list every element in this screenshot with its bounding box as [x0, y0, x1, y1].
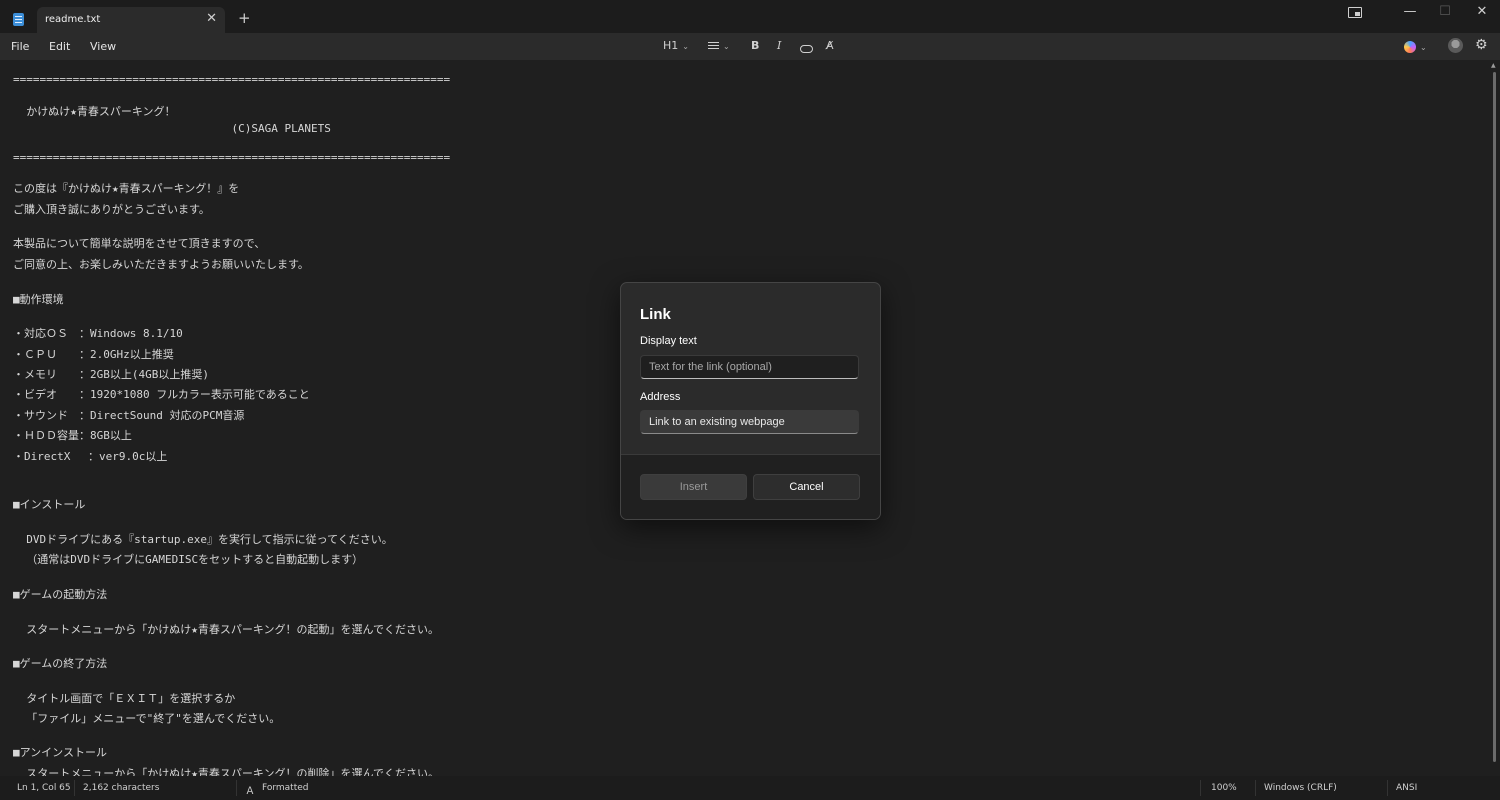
chevron-down-icon: ⌄	[723, 42, 730, 51]
text-line: ========================================…	[13, 151, 451, 164]
text-line: DVDドライブにある『startup.exe』を実行して指示に従ってください。	[13, 533, 393, 546]
status-divider	[1387, 780, 1388, 796]
display-text-input[interactable]	[640, 355, 859, 379]
text-line: ■ゲームの起動方法	[13, 588, 108, 601]
insert-button[interactable]: Insert	[640, 474, 747, 500]
heading-label: H1	[663, 39, 679, 52]
notepad-icon	[13, 13, 24, 26]
clear-formatting-button[interactable]: A̸	[826, 39, 834, 52]
chevron-down-icon: ⌄	[682, 42, 689, 51]
menu-view[interactable]: View	[90, 40, 116, 53]
encoding[interactable]: ANSI	[1396, 783, 1417, 793]
text-line: ・DirectX ：ver9.0c以上	[13, 450, 168, 463]
text-line: ■ゲームの終了方法	[13, 657, 108, 670]
link-dialog: Link Display text Address Insert Cancel	[620, 282, 881, 520]
status-divider	[236, 780, 237, 796]
dialog-title: Link	[640, 306, 671, 323]
menu-file[interactable]: File	[11, 40, 29, 53]
text-line: ・ビデオ ：1920*1080 フルカラー表示可能であること	[13, 388, 310, 401]
link-icon	[800, 45, 813, 53]
cursor-position[interactable]: Ln 1, Col 65	[17, 783, 71, 793]
text-line: ・対応ＯＳ ：Windows 8.1/10	[13, 327, 183, 340]
text-line: スタートメニューから「かけぬけ★青春スパーキング！の起動」を選んでください。	[13, 623, 439, 636]
title-bar: readme.txt ✕ + — ☐ ✕	[0, 0, 1500, 33]
text-line: ■アンインストール	[13, 746, 107, 759]
italic-button[interactable]: I	[777, 39, 781, 52]
text-line: この度は『かけぬけ★青春スパーキング！』を	[13, 182, 240, 195]
scroll-up-arrow-icon[interactable]: ▲	[1491, 62, 1496, 69]
zoom-level[interactable]: 100%	[1211, 783, 1237, 793]
text-line: （通常はDVDドライブにGAMEDISCをセットすると自動起動します）	[13, 553, 364, 566]
status-divider	[74, 780, 75, 796]
text-line: スタートメニューから「かけぬけ★青春スパーキング！の削除」を選んでください。	[13, 767, 439, 776]
dialog-footer: Insert Cancel	[621, 454, 880, 519]
tab-title: readme.txt	[45, 14, 101, 25]
heading-dropdown[interactable]: H1 ⌄	[663, 39, 689, 52]
status-bar: Ln 1, Col 65 2,162 characters Ａ Formatte…	[0, 776, 1500, 800]
bold-button[interactable]: B	[751, 39, 759, 52]
vertical-scrollbar[interactable]: ▲	[1490, 60, 1500, 776]
text-line: (C)SAGA PLANETS	[13, 122, 331, 135]
new-tab-button[interactable]: +	[238, 9, 251, 27]
text-line: ・メモリ ：2GB以上(4GB以上推奨)	[13, 368, 209, 381]
close-window-button[interactable]: ✕	[1462, 4, 1500, 19]
menu-bar: File Edit View H1 ⌄ ⌄ B I A̸ ⌄ ⚙	[0, 33, 1500, 60]
scrollbar-thumb[interactable]	[1493, 72, 1496, 762]
text-line: タイトル画面で「ＥＸＩＴ」を選択するか	[13, 692, 236, 705]
text-line: ・サウンド ：DirectSound 対応のPCM音源	[13, 409, 245, 422]
text-line: ・ＣＰＵ ：2.0GHz以上推奨	[13, 348, 174, 361]
status-divider	[1255, 780, 1256, 796]
text-line: ・ＨＤＤ容量：8GB以上	[13, 429, 132, 442]
display-text-label: Display text	[640, 335, 697, 347]
status-divider	[1200, 780, 1201, 796]
chevron-down-icon: ⌄	[1420, 43, 1427, 52]
address-label: Address	[640, 391, 681, 403]
copilot-button[interactable]: ⌄	[1404, 40, 1427, 53]
text-line: ご購入頂き誠にありがとうございます。	[13, 203, 210, 216]
account-avatar[interactable]	[1448, 38, 1463, 53]
format-status[interactable]: Formatted	[262, 783, 309, 793]
link-button[interactable]	[800, 42, 813, 55]
minimize-button[interactable]: —	[1390, 4, 1430, 19]
list-dropdown[interactable]: ⌄	[708, 39, 730, 52]
maximize-button[interactable]: ☐	[1425, 4, 1465, 19]
text-line: 「ファイル」メニューで"終了"を選んでください。	[13, 712, 281, 725]
close-tab-icon[interactable]: ✕	[206, 11, 217, 26]
text-line: ご同意の上、お楽しみいただきますようお願いいたします。	[13, 258, 309, 271]
address-input[interactable]	[640, 410, 859, 434]
menu-edit[interactable]: Edit	[49, 40, 70, 53]
settings-gear-icon[interactable]: ⚙	[1475, 37, 1488, 53]
text-line: ========================================…	[13, 73, 451, 86]
list-icon	[708, 42, 719, 50]
cancel-button[interactable]: Cancel	[753, 474, 860, 500]
text-line: ■インストール	[13, 498, 86, 511]
text-line: かけぬけ★青春スパーキング！	[13, 105, 176, 118]
markdown-icon: Ａ	[245, 786, 255, 797]
text-line: ■動作環境	[13, 293, 64, 306]
copilot-icon	[1404, 41, 1416, 53]
character-count: 2,162 characters	[83, 783, 160, 793]
line-endings[interactable]: Windows (CRLF)	[1264, 783, 1337, 793]
tab-readme[interactable]: readme.txt ✕	[37, 7, 225, 33]
text-line: 本製品について簡単な説明をさせて頂きますので、	[13, 237, 266, 250]
compact-overlay-icon[interactable]	[1348, 7, 1362, 18]
